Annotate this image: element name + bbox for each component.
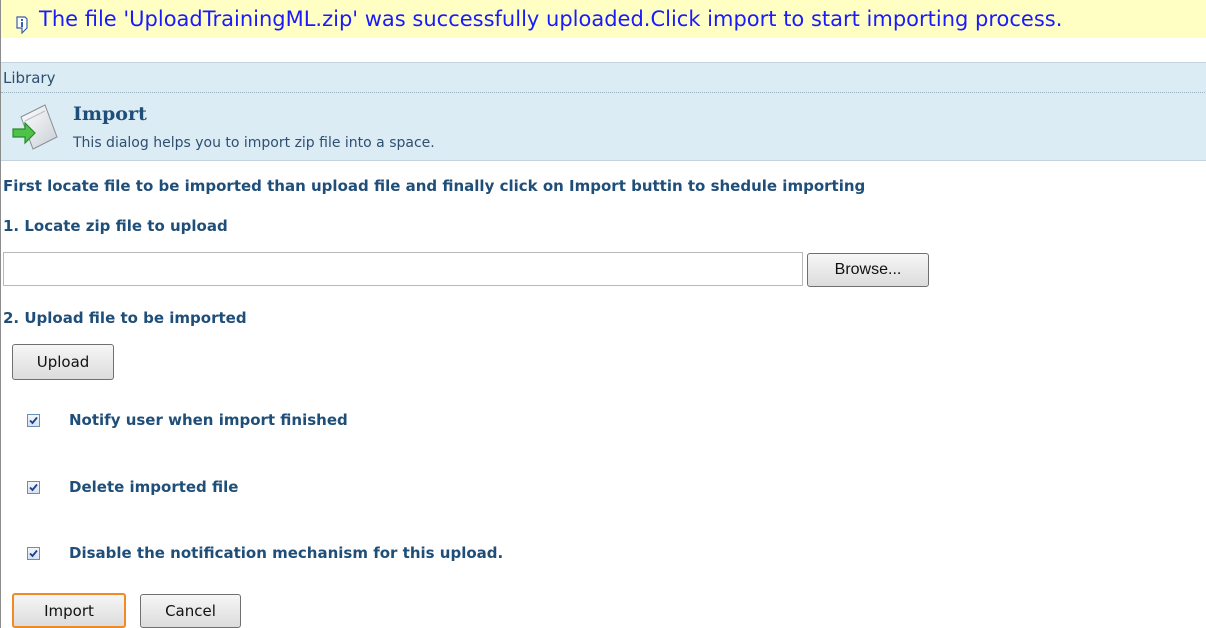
delete-checkbox[interactable] [27,480,40,494]
cancel-button[interactable]: Cancel [140,594,241,628]
notify-checkbox[interactable] [27,413,40,427]
checkmark-icon [29,483,38,491]
import-dialog: The file 'UploadTrainingML.zip' was succ… [0,0,1206,628]
option-notify-user[interactable]: Notify user when import finished [27,408,348,432]
breadcrumb[interactable]: Library [3,69,55,87]
import-document-icon [11,101,67,157]
upload-button[interactable]: Upload [12,344,114,380]
import-button[interactable]: Import [12,593,126,628]
dialog-description: This dialog helps you to import zip file… [73,135,435,151]
info-icon [15,8,29,35]
dialog-header: Library Import This dialog helps you to … [1,62,1206,161]
checkmark-icon [29,416,38,424]
notify-label: Notify user when import finished [69,411,348,429]
success-message: The file 'UploadTrainingML.zip' was succ… [1,0,1206,38]
success-message-text: The file 'UploadTrainingML.zip' was succ… [39,7,1063,31]
browse-button[interactable]: Browse... [807,253,929,287]
disable-notification-checkbox[interactable] [27,546,40,560]
header-divider [1,92,1206,93]
delete-label: Delete imported file [69,478,239,496]
option-delete-file[interactable]: Delete imported file [27,475,238,499]
file-path-input[interactable] [3,252,803,286]
disable-notification-label: Disable the notification mechanism for t… [69,544,504,562]
option-disable-notification[interactable]: Disable the notification mechanism for t… [27,541,503,565]
dialog-title: Import [73,103,147,125]
checkmark-icon [29,549,38,557]
step2-label: 2. Upload file to be imported [3,309,247,327]
step1-label: 1. Locate zip file to upload [3,217,228,235]
instructions-text: First locate file to be imported than up… [3,177,866,195]
